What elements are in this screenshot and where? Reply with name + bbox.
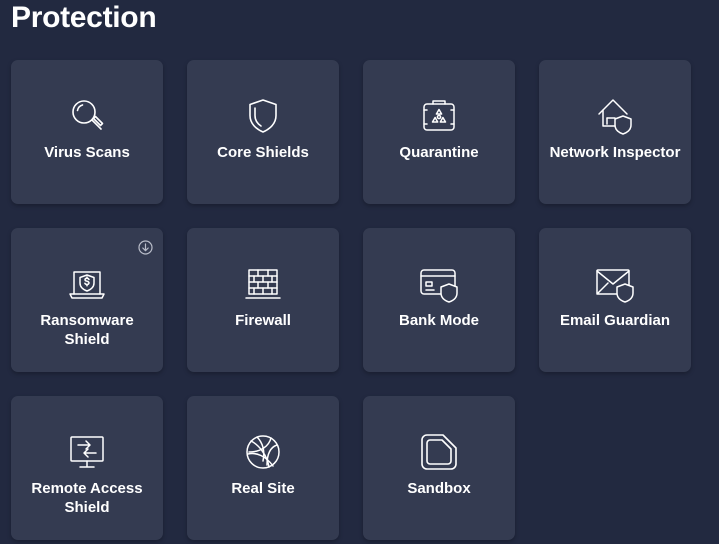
protection-page: Protection Virus Scans Core Shields Quar… <box>0 0 719 544</box>
tile-bank-mode[interactable]: Bank Mode <box>363 228 515 372</box>
laptop-dollar-shield-icon <box>67 264 107 304</box>
tile-virus-scans[interactable]: Virus Scans <box>11 60 163 204</box>
tile-label: Bank Mode <box>398 312 479 329</box>
tile-sandbox[interactable]: Sandbox <box>363 396 515 540</box>
tile-real-site[interactable]: Real Site <box>187 396 339 540</box>
tile-firewall[interactable]: Firewall <box>187 228 339 372</box>
tile-label: Quarantine <box>399 144 479 161</box>
protection-tiles-grid: Virus Scans Core Shields Quarantine Netw… <box>11 60 691 540</box>
card-shield-icon <box>419 264 459 304</box>
magnifier-icon <box>67 96 107 136</box>
tile-label: Real Site <box>231 480 295 497</box>
tile-label: Network Inspector <box>549 144 681 161</box>
tile-ransomware-shield[interactable]: Ransomware Shield <box>11 228 163 372</box>
tile-label: Core Shields <box>217 144 309 161</box>
monitor-arrows-icon <box>67 432 107 472</box>
tile-label: Firewall <box>235 312 291 329</box>
tile-core-shields[interactable]: Core Shields <box>187 60 339 204</box>
download-icon[interactable] <box>138 240 153 255</box>
house-shield-icon <box>595 96 635 136</box>
tile-quarantine[interactable]: Quarantine <box>363 60 515 204</box>
tile-label: Sandbox <box>407 480 471 497</box>
tile-label: Remote Access Shield <box>31 480 143 516</box>
page-title: Protection <box>11 1 157 34</box>
tile-label: Virus Scans <box>44 144 130 161</box>
envelope-shield-icon <box>595 264 635 304</box>
globe-icon <box>243 432 283 472</box>
sandbox-square-icon <box>419 432 459 472</box>
tile-label: Ransomware Shield <box>40 312 134 348</box>
shield-icon <box>243 96 283 136</box>
tile-label: Email Guardian <box>559 312 671 329</box>
brick-wall-icon <box>243 264 283 304</box>
tile-network-inspector[interactable]: Network Inspector <box>539 60 691 204</box>
tile-email-guardian[interactable]: Email Guardian <box>539 228 691 372</box>
biohazard-chest-icon <box>419 96 459 136</box>
tile-remote-access-shield[interactable]: Remote Access Shield <box>11 396 163 540</box>
